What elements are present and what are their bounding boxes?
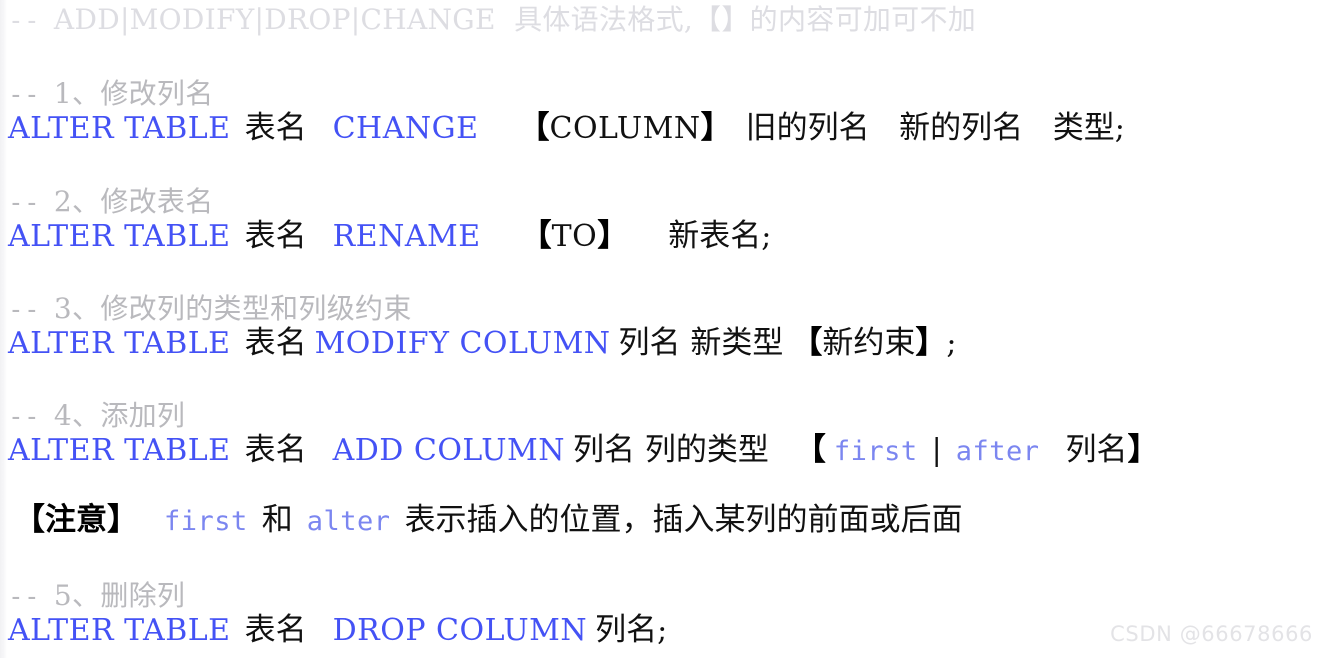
bracket-close: 】 — [915, 325, 947, 361]
code-snippet-image: -- ADD|MODIFY|DROP|CHANGE 具体语法格式,【】的内容可加可… — [0, 0, 1327, 658]
sql-keyword-rename: RENAME — [332, 219, 481, 254]
bracket-open: 【 — [14, 502, 45, 538]
table-name-placeholder: 表名 — [244, 218, 307, 254]
sql-option-first: first — [164, 506, 248, 537]
section-4-comment: -- 4、添加列 — [8, 399, 186, 432]
statement-add-column: ALTER TABLE 表名 ADD COLUMN 列名 列的类型【first | aft… — [8, 435, 1159, 466]
comment-dash: -- — [8, 582, 40, 612]
section-5-comment-text: 5、删除列 — [53, 579, 186, 612]
statement-terminator: ; — [1114, 111, 1125, 146]
comment-dash: -- — [8, 80, 40, 110]
bracket-open: 【 — [520, 218, 552, 254]
note-conjunction: 和 — [261, 502, 293, 538]
optional-keyword-to: TO — [551, 219, 598, 254]
note-label: 注意 — [45, 502, 107, 538]
statement-terminator: ; — [761, 219, 772, 254]
section-3-comment: -- 3、修改列的类型和列级约束 — [8, 292, 412, 325]
sql-keyword-drop-column: DROP COLUMN — [332, 613, 588, 648]
bracket-close: 】 — [1127, 432, 1159, 468]
sql-keyword-alter-table: ALTER TABLE — [8, 613, 231, 648]
statement-modify-column: ALTER TABLE 表名 MODIFY COLUMN 列名 新类型 【新约束】; — [8, 328, 957, 359]
statement-drop-column: ALTER TABLE 表名 DROP COLUMN 列名; — [8, 615, 667, 646]
drop-column-args: 列名 — [595, 612, 658, 648]
comment-dash: -- — [8, 295, 40, 325]
bracket-close: 】 — [597, 218, 629, 254]
section-2-comment: -- 2、修改表名 — [8, 185, 214, 218]
option-separator: | — [931, 433, 942, 468]
sql-option-first: first — [833, 436, 918, 467]
table-name-placeholder: 表名 — [244, 325, 307, 361]
section-2-comment-text: 2、修改表名 — [53, 185, 214, 218]
sql-keyword-change: CHANGE — [332, 111, 479, 146]
section-1-comment: -- 1、修改列名 — [8, 77, 214, 110]
add-column-args: 列名 列的类型 — [572, 432, 769, 468]
statement-change-column: ALTER TABLE 表名 CHANGE 【COLUMN】 旧的列名 新的列名 类型; — [8, 113, 1125, 144]
statement-terminator: ; — [657, 613, 668, 648]
new-table-name-placeholder: 新表名 — [668, 218, 762, 254]
table-name-placeholder: 表名 — [244, 432, 307, 468]
modify-column-args: 列名 新类型 — [618, 325, 784, 361]
left-gutter-strip — [0, 0, 7, 658]
table-name-placeholder: 表名 — [244, 110, 307, 146]
sql-keyword-alter-table: ALTER TABLE — [8, 326, 231, 361]
header-comment-line: -- ADD|MODIFY|DROP|CHANGE 具体语法格式,【】的内容可加可… — [8, 3, 977, 36]
comment-dash: -- — [8, 188, 40, 218]
sql-keyword-modify-column: MODIFY COLUMN — [314, 326, 611, 361]
csdn-watermark: CSDN @66678666 — [1110, 622, 1313, 646]
section-5-comment: -- 5、删除列 — [8, 579, 186, 612]
bracket-open: 【 — [794, 432, 826, 468]
section-1-comment-text: 1、修改列名 — [53, 77, 214, 110]
bracket-close: 】 — [107, 502, 138, 538]
bracket-close: 】 — [700, 110, 732, 146]
option-column-name: 列名 — [1065, 432, 1128, 468]
sql-keyword-alter-table: ALTER TABLE — [8, 433, 231, 468]
section-3-comment-text: 3、修改列的类型和列级约束 — [53, 292, 412, 325]
statement-rename-table: ALTER TABLE 表名 RENAME 【TO】 新表名; — [8, 221, 771, 252]
sql-option-after: after — [955, 436, 1040, 467]
comment-dash: -- — [8, 402, 40, 432]
bracket-open: 【 — [518, 110, 550, 146]
optional-keyword-column: COLUMN — [549, 111, 701, 146]
sql-keyword-add-column: ADD COLUMN — [332, 433, 565, 468]
section-4-comment-text: 4、添加列 — [53, 399, 186, 432]
sql-keyword-alter-table: ALTER TABLE — [8, 111, 231, 146]
table-name-placeholder: 表名 — [244, 612, 307, 648]
optional-new-constraint: 新约束 — [822, 325, 916, 361]
sql-keyword-alter-table: ALTER TABLE — [8, 219, 231, 254]
sql-option-alter: alter — [306, 506, 391, 537]
comment-dash: -- — [8, 6, 40, 36]
note-text: 表示插入的位置，插入某列的前面或后面 — [404, 502, 963, 538]
header-comment-text: ADD|MODIFY|DROP|CHANGE 具体语法格式,【】的内容可加可不加 — [53, 3, 977, 36]
note-line: 【注意】 first 和 alter 表示插入的位置，插入某列的前面或后面 — [14, 505, 963, 536]
bracket-open: 【 — [791, 325, 823, 361]
change-column-args: 旧的列名 新的列名 类型 — [745, 110, 1115, 146]
statement-terminator: ; — [946, 326, 957, 361]
